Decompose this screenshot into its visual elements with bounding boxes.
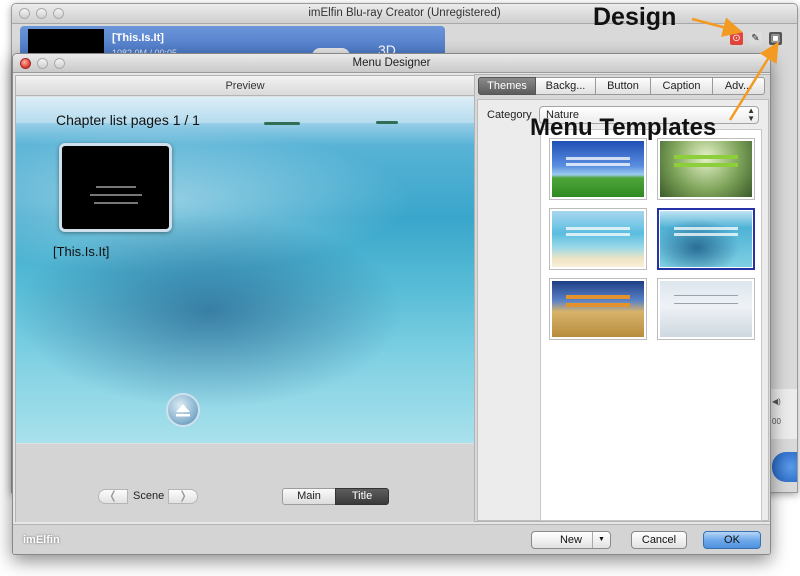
menu-preview-canvas[interactable]: Chapter list pages 1 / 1 [This.Is.It]	[16, 97, 475, 443]
start-burn-button[interactable]	[772, 452, 797, 482]
time-fragment: 00	[772, 417, 781, 426]
cancel-button[interactable]: Cancel	[631, 531, 687, 549]
template-thumbnail[interactable]	[549, 208, 647, 270]
select-updown-icon: ▲ ▼	[747, 106, 755, 123]
island-shape	[376, 121, 398, 124]
design-annotation: Design	[593, 3, 677, 31]
category-label: Category	[487, 109, 532, 121]
menu-designer-title: Menu Designer	[352, 57, 431, 69]
new-dropdown-icon[interactable]: ▼	[592, 532, 610, 548]
menu-designer-titlebar: Menu Designer	[13, 54, 770, 73]
island-shape	[264, 122, 300, 125]
scene-prev-button[interactable]: ❬	[98, 489, 128, 504]
template-thumbnail[interactable]	[657, 278, 755, 340]
themes-tab-content: Category Nature ▲ ▼	[477, 99, 769, 521]
imelfin-logo: imElfin	[23, 534, 60, 546]
template-thumbnail[interactable]	[549, 138, 647, 200]
chapter-thumbnail[interactable]	[59, 143, 172, 232]
design-icon[interactable]: ✎	[749, 32, 762, 45]
preview-panel: Preview Chapter list pages 1 / 1 [This.I…	[15, 75, 475, 522]
new-button-label: New	[559, 534, 582, 546]
preview-controls: ❬ Scene ❭ Main Title	[16, 444, 474, 522]
tab-background[interactable]: Backg...	[536, 77, 596, 95]
template-thumbnail-selected[interactable]	[657, 208, 755, 270]
tab-themes[interactable]: Themes	[478, 77, 536, 95]
title-menu-segment[interactable]: Title	[335, 488, 389, 505]
menu-templates-annotation: Menu Templates	[530, 114, 717, 141]
audio-panel-fragment: ◀) 00	[769, 389, 797, 439]
template-thumbnail[interactable]	[549, 278, 647, 340]
menu-designer-footer: imElfin New ▼ Cancel OK	[13, 524, 770, 554]
tab-button[interactable]: Button	[596, 77, 651, 95]
scene-label: Scene	[133, 490, 165, 502]
title-name: [This.Is.It]	[112, 32, 164, 44]
template-thumbnail[interactable]	[657, 138, 755, 200]
tab-caption[interactable]: Caption	[651, 77, 713, 95]
scene-next-button[interactable]: ❭	[168, 489, 198, 504]
new-button[interactable]: New ▼	[531, 531, 611, 549]
thumbnail-text-line	[94, 202, 138, 204]
chapter-list-title[interactable]: Chapter list pages 1 / 1	[56, 112, 200, 128]
main-menu-segment[interactable]: Main	[282, 488, 336, 505]
tab-advanced[interactable]: Adv...	[713, 77, 765, 95]
chapter-label[interactable]: [This.Is.It]	[53, 244, 109, 259]
preview-header: Preview	[16, 76, 474, 96]
main-titlebar: imElfin Blu-ray Creator (Unregistered)	[12, 4, 797, 24]
eject-icon[interactable]	[166, 393, 200, 427]
ok-button[interactable]: OK	[703, 531, 761, 549]
menu-templates-icon[interactable]: ▣	[769, 32, 782, 45]
thumbnail-text-line	[90, 194, 142, 196]
settings-tabs: Themes Backg... Button Caption Adv...	[478, 77, 766, 95]
burn-icon[interactable]: ⊙	[730, 32, 743, 45]
template-grid	[540, 129, 762, 521]
thumbnail-text-line	[96, 186, 136, 188]
volume-icon: ◀)	[772, 397, 781, 406]
main-window-title: imElfin Blu-ray Creator (Unregistered)	[308, 7, 501, 19]
